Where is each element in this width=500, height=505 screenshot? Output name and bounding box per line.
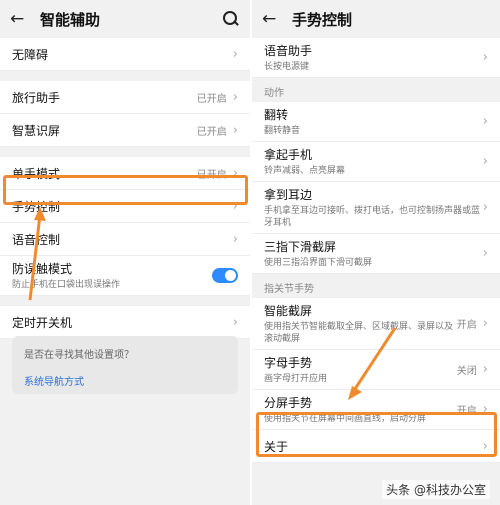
watermark: 头条 @科技办公室 — [382, 480, 490, 499]
chevron-right-icon: › — [482, 154, 488, 169]
chevron-right-icon: › — [482, 316, 488, 331]
right-header: ← 手势控制 — [252, 0, 500, 38]
system-navigation-link[interactable]: 系统导航方式 — [24, 373, 226, 388]
list-item-travel-assistant[interactable]: 旅行助手 已开启 › — [0, 81, 250, 114]
status-text: 已开启 — [196, 169, 227, 181]
item-label: 分屏手势 — [264, 396, 313, 410]
item-label: 三指下滑截屏 — [264, 240, 337, 254]
item-label: 旅行助手 — [12, 90, 61, 105]
chevron-right-icon: › — [232, 89, 238, 105]
chevron-right-icon: › — [482, 402, 488, 417]
item-label: 语音助手 — [264, 44, 313, 58]
item-label: 字母手势 — [264, 356, 313, 370]
list-item-scheduled-power[interactable]: 定时开关机 › — [0, 306, 250, 339]
pocket-mode-toggle[interactable] — [212, 268, 238, 283]
chevron-right-icon: › — [232, 122, 238, 138]
status-text: 已开启 — [196, 93, 227, 105]
suggestion-question: 是否在寻找其他设置项？ — [24, 350, 134, 361]
status-text: 开启 — [456, 320, 477, 331]
item-subtitle: 画字母打开应用 — [264, 374, 328, 384]
list-item-raise-to-ear[interactable]: 拿到耳边 手机拿至耳边可接听、拨打电话，也可控制扬声器或蓝牙耳机 › — [252, 182, 500, 234]
status-text: 已开启 — [196, 126, 227, 138]
list-item-accessibility[interactable]: 无障碍 › — [0, 38, 250, 71]
search-icon[interactable] — [222, 10, 240, 28]
chevron-right-icon: › — [482, 200, 488, 215]
item-label: 语音控制 — [12, 232, 61, 247]
item-subtitle: 使用指关节在屏幕中间画直线，启动分屏 — [264, 414, 427, 424]
item-subtitle: 手机拿至耳边可接听、拨打电话，也可控制扬声器或蓝牙耳机 — [264, 206, 481, 228]
smart-assist-panel: ← 智能辅助 无障碍 › 旅行助手 已开启 › 智慧识屏 已开启 › 单手模式 … — [0, 0, 250, 505]
chevron-right-icon: › — [482, 114, 488, 129]
list-item-voice-control[interactable]: 语音控制 › — [0, 223, 250, 256]
chevron-right-icon: › — [232, 314, 238, 330]
left-header: ← 智能辅助 — [0, 0, 250, 38]
suggestion-card: 是否在寻找其他设置项？ 系统导航方式 — [12, 336, 238, 394]
chevron-right-icon: › — [482, 438, 488, 454]
item-label: 智能截屏 — [264, 304, 313, 318]
list-item-gesture-control[interactable]: 手势控制 › — [0, 190, 250, 223]
item-subtitle: 使用三指沿界面下滑可截屏 — [264, 258, 373, 268]
item-label: 单手模式 — [12, 166, 61, 181]
item-label: 翻转 — [264, 108, 289, 122]
list-item-about[interactable]: 关于 › — [252, 430, 500, 463]
item-label: 定时开关机 — [12, 315, 73, 330]
item-label: 防误触模式 — [12, 262, 73, 276]
item-subtitle: 翻转静音 — [264, 126, 301, 136]
list-item-letter-gesture[interactable]: 字母手势 画字母打开应用 关闭 › — [252, 350, 500, 390]
item-label: 关于 — [264, 439, 289, 454]
item-subtitle: 长按电源键 — [264, 62, 310, 72]
back-arrow-icon[interactable]: ← — [10, 9, 32, 29]
item-label: 拿起手机 — [264, 148, 313, 162]
chevron-right-icon: › — [482, 362, 488, 377]
chevron-right-icon: › — [232, 198, 238, 214]
list-item-three-finger-screenshot[interactable]: 三指下滑截屏 使用三指沿界面下滑可截屏 › — [252, 234, 500, 274]
list-item-one-hand-mode[interactable]: 单手模式 已开启 › — [0, 157, 250, 190]
page-title: 手势控制 — [292, 10, 353, 29]
item-label: 拿到耳边 — [264, 188, 313, 202]
list-item-flip[interactable]: 翻转 翻转静音 › — [252, 102, 500, 142]
status-text: 关闭 — [456, 366, 477, 377]
item-label: 无障碍 — [12, 47, 49, 62]
item-subtitle: 使用指关节智能截取全屏、区域截屏、录屏以及滚动截屏 — [264, 322, 454, 344]
list-item-smart-screen[interactable]: 智慧识屏 已开启 › — [0, 114, 250, 147]
back-arrow-icon[interactable]: ← — [262, 9, 284, 29]
gesture-control-panel: ← 手势控制 语音助手 长按电源键 › 动作 翻转 翻转静音 › 拿起手机 铃声… — [250, 0, 500, 505]
item-subtitle: 防止手机在口袋出现误操作 — [12, 280, 121, 290]
status-text: 开启 — [456, 406, 477, 417]
chevron-right-icon: › — [482, 246, 488, 261]
list-item-smart-screenshot[interactable]: 智能截屏 使用指关节智能截取全屏、区域截屏、录屏以及滚动截屏 开启 › — [252, 298, 500, 350]
list-item-voice-assistant[interactable]: 语音助手 长按电源键 › — [252, 38, 500, 78]
list-item-split-screen-gesture[interactable]: 分屏手势 使用指关节在屏幕中间画直线，启动分屏 开启 › — [252, 390, 500, 430]
section-header-knuckle: 指关节手势 — [252, 274, 500, 298]
item-label: 智慧识屏 — [12, 123, 61, 138]
chevron-right-icon: › — [232, 165, 238, 181]
chevron-right-icon: › — [482, 50, 488, 65]
list-item-pick-up[interactable]: 拿起手机 铃声减弱、点亮屏幕 › — [252, 142, 500, 182]
item-subtitle: 铃声减弱、点亮屏幕 — [264, 166, 346, 176]
chevron-right-icon: › — [232, 231, 238, 247]
page-title: 智能辅助 — [40, 10, 101, 29]
item-label: 手势控制 — [12, 199, 61, 214]
chevron-right-icon: › — [232, 46, 238, 62]
list-item-pocket-mode: 防误触模式 防止手机在口袋出现误操作 — [0, 256, 250, 296]
section-header-actions: 动作 — [252, 78, 500, 102]
